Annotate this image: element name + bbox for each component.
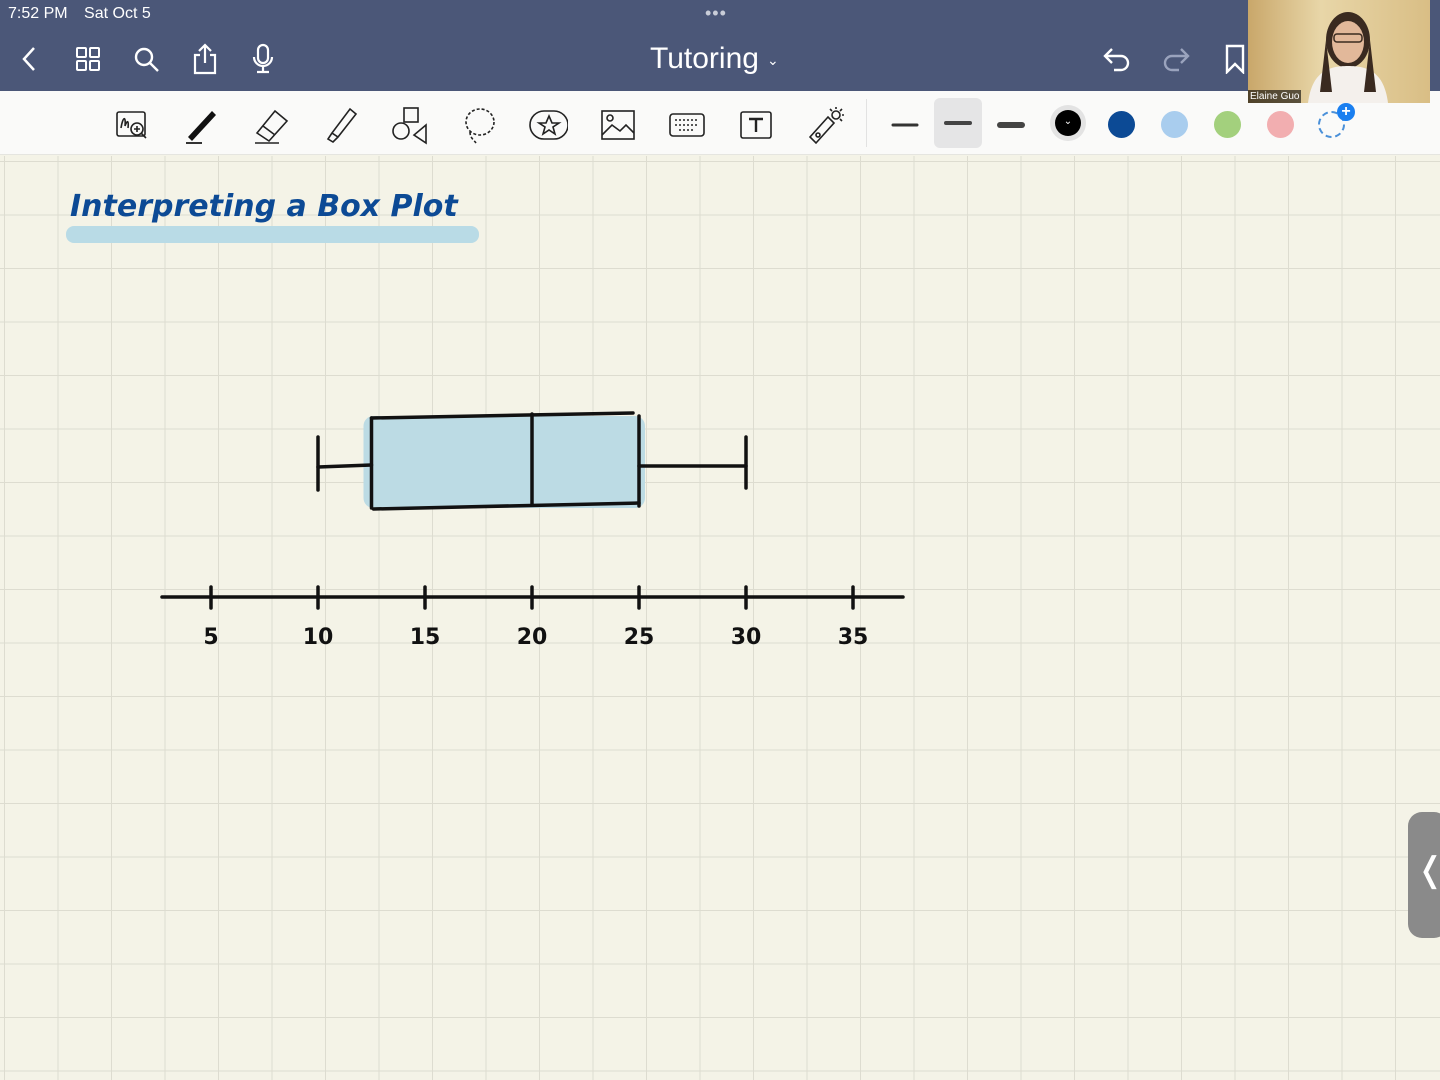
tick-label: 5 xyxy=(203,625,218,650)
box-fill xyxy=(363,416,645,508)
handwritten-drawing: Interpreting a Box Plot 5 10 15 20 25 30 35 xyxy=(66,189,905,650)
tick-label: 10 xyxy=(303,625,334,650)
video-thumbnail[interactable]: Elaine Guo xyxy=(1248,0,1430,103)
heading-highlight xyxy=(66,226,479,243)
participant-video xyxy=(1308,12,1388,103)
side-panel-tab[interactable]: ❬ xyxy=(1408,812,1440,938)
participant-name: Elaine Guo xyxy=(1248,90,1302,103)
tick-label: 20 xyxy=(517,625,548,650)
number-line: 5 10 15 20 25 30 35 xyxy=(160,585,905,650)
heading: Interpreting a Box Plot xyxy=(70,189,459,224)
box-plot xyxy=(316,411,748,511)
tick-label: 30 xyxy=(731,625,762,650)
tick-label: 25 xyxy=(624,625,655,650)
left-whisker xyxy=(316,463,374,469)
tick-label: 15 xyxy=(410,625,441,650)
tick-label: 35 xyxy=(838,625,869,650)
